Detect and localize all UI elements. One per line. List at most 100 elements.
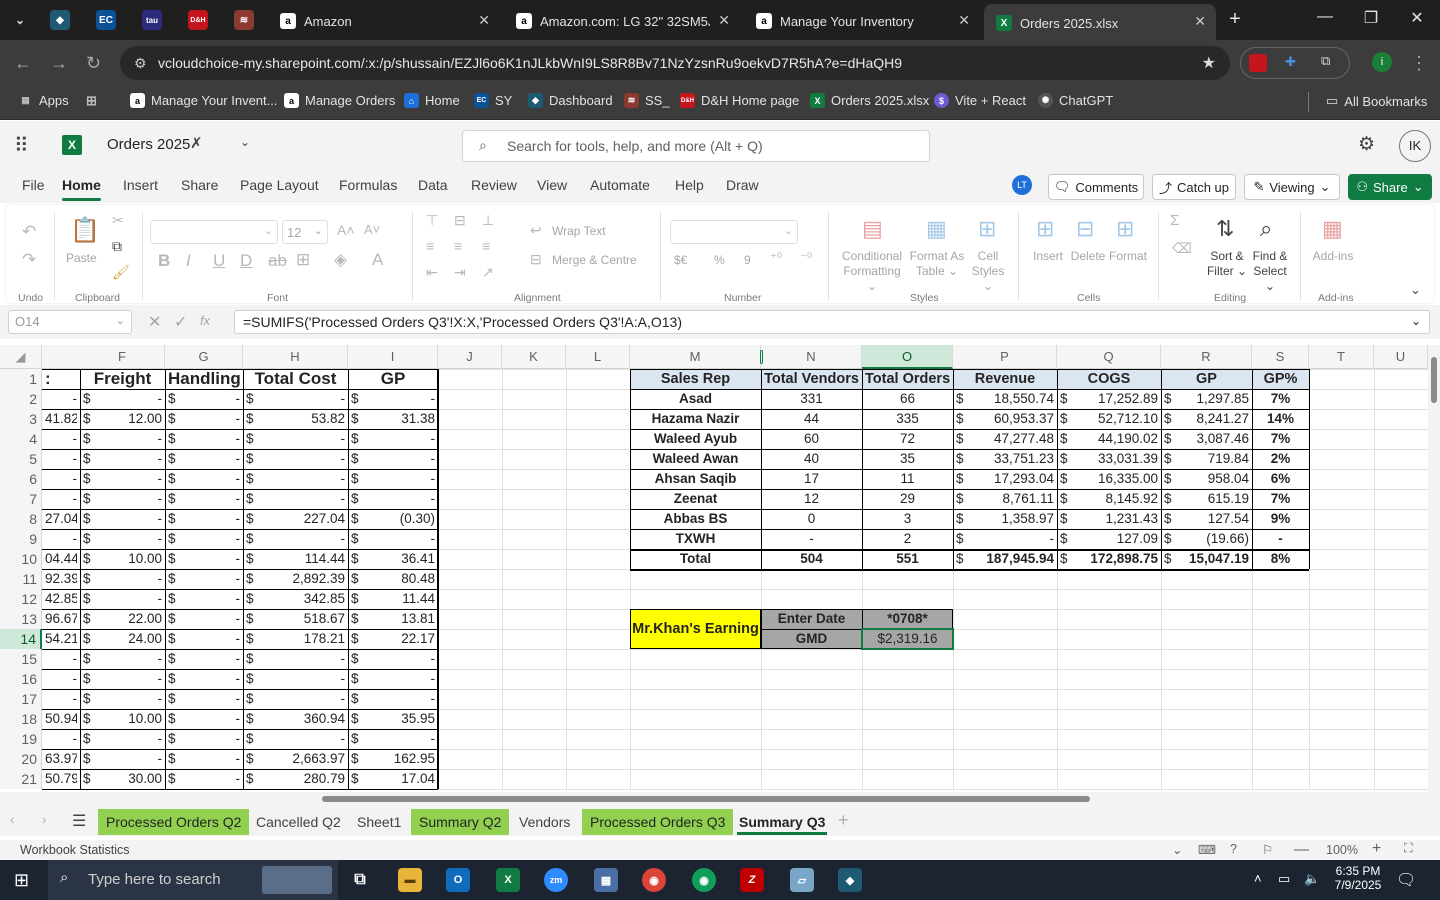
summary-total-vendors[interactable]: 17: [764, 469, 859, 489]
summary-total-orders[interactable]: 29: [865, 489, 950, 509]
chrome-profile-icon[interactable]: ◉: [692, 868, 716, 892]
scroll-thumb[interactable]: [322, 796, 1090, 802]
bookmark-star-icon[interactable]: ★: [1202, 53, 1216, 73]
forward-icon[interactable]: →: [50, 53, 68, 74]
cell-handling[interactable]: -: [168, 429, 241, 449]
summary-gp[interactable]: 1,297.85: [1164, 389, 1249, 409]
site-info-icon[interactable]: ⚙: [134, 55, 147, 72]
share-button[interactable]: ⚇ Share ⌄: [1348, 174, 1432, 200]
back-icon[interactable]: ←: [14, 53, 32, 74]
formula-input[interactable]: =SUMIFS('Processed Orders Q3'!X:X,'Proce…: [234, 310, 1430, 334]
pinned-tab-icon[interactable]: ◆: [50, 10, 70, 30]
summary-revenue[interactable]: 60,953.37: [956, 409, 1054, 429]
font-size-select[interactable]: 12 ⌄: [282, 220, 328, 244]
summary-revenue[interactable]: -: [956, 529, 1055, 549]
cell-e[interactable]: 63.97: [45, 749, 77, 769]
row-header-18[interactable]: 18: [0, 709, 42, 729]
cell-freight[interactable]: -: [83, 649, 163, 669]
prev-sheet-icon[interactable]: ‹: [10, 812, 14, 827]
align-bottom-icon[interactable]: ⊥: [482, 212, 494, 229]
sheet-tab-sheet1[interactable]: Sheet1: [349, 809, 409, 835]
column-header-t[interactable]: T: [1309, 345, 1374, 369]
sheet-tab-summary-q3[interactable]: Summary Q3: [731, 809, 833, 835]
cell-freight[interactable]: 10.00: [83, 549, 162, 569]
cell-gp[interactable]: -: [351, 389, 436, 409]
tray-chevron-icon[interactable]: ˄: [1254, 871, 1262, 886]
row-header-20[interactable]: 20: [0, 749, 42, 769]
cell-freight[interactable]: -: [83, 389, 163, 409]
cell-total-cost[interactable]: 2,663.97: [246, 749, 345, 769]
horizontal-scrollbar[interactable]: [0, 792, 1440, 806]
increase-font-icon[interactable]: A˄: [337, 222, 355, 238]
cell-total-cost[interactable]: 2,892.39: [246, 569, 345, 589]
currency-format-button[interactable]: $€: [674, 253, 687, 267]
cell-handling[interactable]: -: [168, 729, 241, 749]
cell-gp[interactable]: -: [351, 489, 436, 509]
row-header-21[interactable]: 21: [0, 769, 42, 789]
cell-e[interactable]: -: [45, 489, 78, 509]
row-header-1[interactable]: 1: [0, 369, 42, 389]
cell-gp[interactable]: -: [351, 429, 436, 449]
summary-gp-percent[interactable]: 2%: [1255, 449, 1306, 469]
tab-amazon-lg[interactable]: a Amazon.com: LG 32" 32SM5J-B ✕: [504, 6, 740, 36]
cell-handling[interactable]: -: [168, 609, 241, 629]
cell-gp[interactable]: 17.04: [351, 769, 435, 789]
cell-handling[interactable]: -: [168, 749, 241, 769]
cell-handling[interactable]: -: [168, 589, 241, 609]
cell-handling[interactable]: -: [168, 389, 241, 409]
tab-automate[interactable]: Automate: [590, 177, 650, 193]
sheet-tab-summary-q2[interactable]: Summary Q2: [411, 809, 510, 835]
cell-freight[interactable]: 24.00: [83, 629, 162, 649]
bookmark-vite[interactable]: $ Vite + React: [934, 93, 1026, 108]
cell-total-cost[interactable]: -: [246, 729, 346, 749]
task-view-icon[interactable]: ⧉: [348, 868, 372, 892]
column-header-u[interactable]: U: [1374, 345, 1428, 369]
cell-handling[interactable]: -: [168, 709, 241, 729]
row-header-5[interactable]: 5: [0, 449, 42, 469]
summary-header[interactable]: COGS: [1060, 369, 1158, 389]
bookmark-grid[interactable]: ⊞: [84, 93, 99, 108]
new-tab-icon[interactable]: +: [1220, 8, 1250, 31]
profile-icon[interactable]: i: [1372, 52, 1392, 72]
align-center-icon[interactable]: ≡: [454, 238, 462, 254]
windows-start-icon[interactable]: ⊞: [14, 870, 29, 891]
row-header-13[interactable]: 13: [0, 609, 42, 629]
tab-insert[interactable]: Insert: [123, 177, 158, 193]
sheet-tab-cancelled-q2[interactable]: Cancelled Q2: [248, 809, 349, 835]
comments-button[interactable]: 🗨 Comments: [1048, 174, 1144, 200]
column-header-i[interactable]: I: [348, 345, 438, 369]
summary-revenue[interactable]: 1,358.97: [956, 509, 1054, 529]
summary-sales-rep[interactable]: Total: [633, 549, 758, 569]
row-header-7[interactable]: 7: [0, 489, 42, 509]
tab-search-chevron-icon[interactable]: ⌄: [10, 10, 30, 30]
font-family-select[interactable]: ⌄: [150, 220, 278, 244]
cell-total-cost[interactable]: 280.79: [246, 769, 345, 789]
all-sheets-icon[interactable]: ☰: [72, 811, 86, 831]
summary-total-vendors[interactable]: -: [764, 529, 859, 549]
summary-gp-percent[interactable]: 8%: [1255, 549, 1306, 569]
cell-total-cost[interactable]: 114.44: [246, 549, 345, 569]
tab-view[interactable]: View: [537, 177, 567, 193]
cell-handling[interactable]: -: [168, 769, 241, 789]
cell-handling[interactable]: -: [168, 549, 241, 569]
cell-total-cost[interactable]: -: [246, 489, 346, 509]
cell-gp[interactable]: (0.30): [351, 509, 435, 529]
align-right-icon[interactable]: ≡: [482, 238, 490, 254]
presence-avatar[interactable]: LT: [1012, 175, 1032, 195]
summary-sales-rep[interactable]: Abbas BS: [633, 509, 758, 529]
align-top-icon[interactable]: ⊤: [426, 212, 438, 229]
cell-handling[interactable]: -: [168, 489, 241, 509]
gmd-label[interactable]: GMD: [764, 629, 859, 649]
undo-icon[interactable]: ↶: [22, 222, 36, 242]
column-header-q[interactable]: Q: [1057, 345, 1161, 369]
bookmark-ss[interactable]: ≋ SS_: [624, 93, 670, 108]
sheet-tab-vendors[interactable]: Vendors: [511, 809, 578, 835]
puzzle-icon[interactable]: ⧉: [1321, 53, 1330, 69]
pinned-tab-tau[interactable]: tau: [142, 10, 162, 30]
tab-orders-xlsx[interactable]: X Orders 2025.xlsx ✕: [984, 4, 1216, 40]
decrease-font-icon[interactable]: A˅: [364, 222, 380, 237]
cell-gp[interactable]: -: [351, 669, 436, 689]
summary-header[interactable]: GP%: [1255, 369, 1306, 389]
cell-styles-button[interactable]: Cell Styles ⌄: [966, 249, 1010, 294]
copy-icon[interactable]: ⧉: [112, 238, 122, 255]
